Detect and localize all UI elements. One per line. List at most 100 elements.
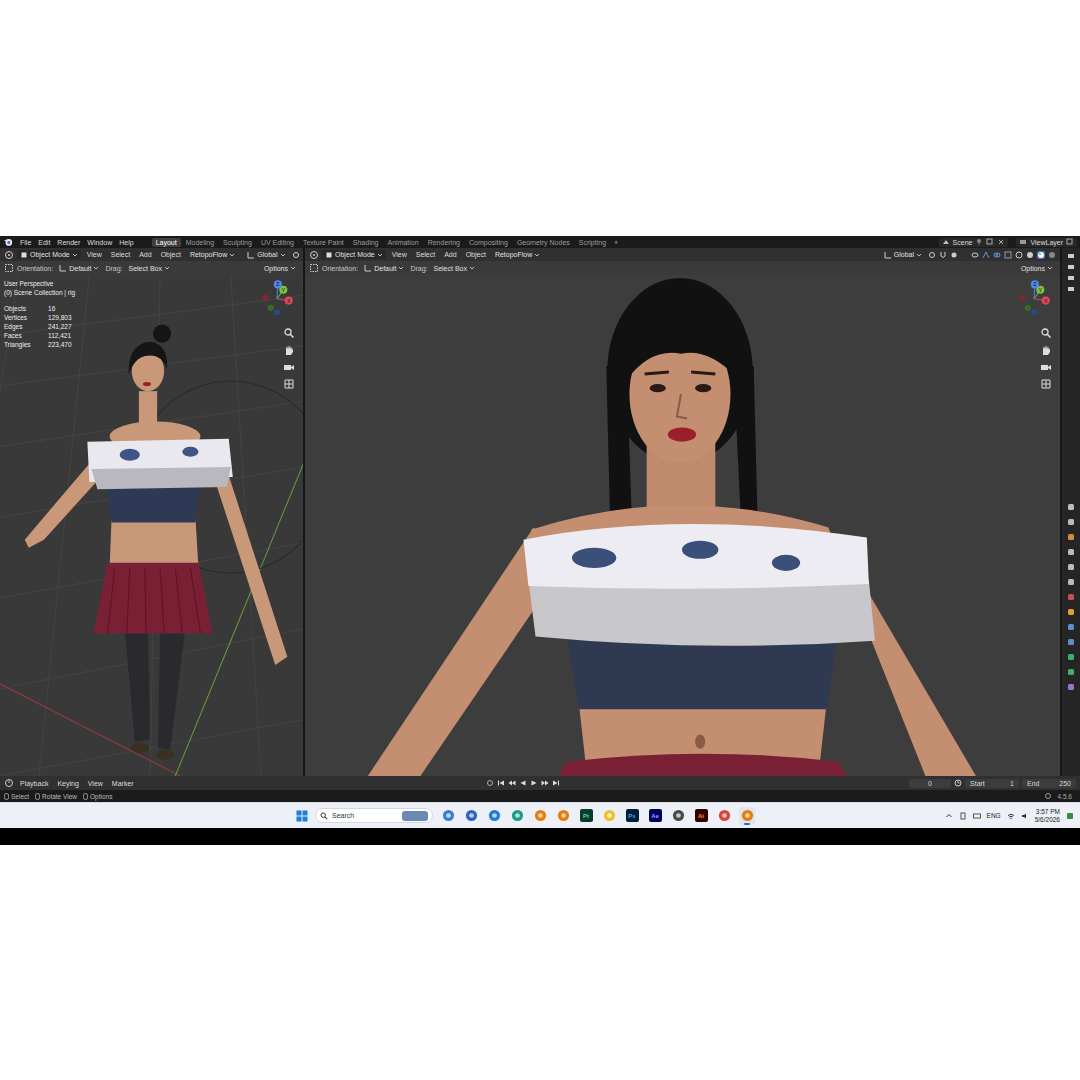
menu-item[interactable]: Render [54,238,83,247]
camera-icon[interactable] [283,361,295,373]
taskbar-app[interactable] [440,807,456,825]
camera-view-icon[interactable] [1067,252,1075,260]
taskbar-app[interactable]: Ae [647,807,663,825]
workspace-tab[interactable]: Rendering [424,238,464,247]
current-frame-field[interactable]: 0 [909,779,951,788]
options-dropdown[interactable]: Options [1018,264,1056,273]
menu-item[interactable]: Edit [35,238,53,247]
chevron-up-icon[interactable] [945,812,953,820]
workspace-tab[interactable]: Sculpting [219,238,256,247]
add-workspace-button[interactable]: + [611,238,621,247]
blender-logo-icon[interactable] [3,237,13,247]
taskbar-app[interactable] [716,807,732,825]
zoom-magnifier-icon[interactable] [283,327,295,339]
viewport-canvas[interactable]: User Perspective (0) Scene Collection | … [0,275,303,776]
timeline-menu[interactable]: Playback [17,779,51,788]
grid-projection-icon[interactable] [283,378,295,390]
taskbar-app[interactable] [532,807,548,825]
input-language[interactable]: ENG [987,812,1001,819]
pan-hand-icon[interactable] [1040,344,1052,356]
property-tab-icon[interactable] [1067,503,1075,511]
visibility-icon[interactable] [971,251,979,259]
timeline-menu[interactable]: Keying [54,779,81,788]
workspace-tab[interactable]: Layout [152,238,181,247]
viewport-menu[interactable]: Object [158,250,184,259]
taskbar-clock[interactable]: 3:57 PM 5/6/2026 [1035,808,1060,824]
timeline-editor-icon[interactable] [4,778,14,788]
pan-hand-icon[interactable] [283,344,295,356]
property-tab-icon[interactable] [1067,533,1075,541]
taskbar-app[interactable] [463,807,479,825]
workspace-tab[interactable]: Scripting [575,238,610,247]
3d-viewport[interactable]: Object Mode ViewSelectAddObject RetopoFl… [305,248,1060,776]
editor-type-icon[interactable] [309,250,319,260]
taskbar-app[interactable] [739,807,755,825]
taskbar-search[interactable]: Search [315,808,433,823]
property-tab-icon[interactable] [1067,683,1075,691]
pin-icon[interactable] [975,238,983,246]
workspace-tab[interactable]: Compositing [465,238,512,247]
scene-field[interactable]: Scene [939,238,1009,247]
gizmo-toggle-icon[interactable] [982,251,990,259]
viewport-menu[interactable]: View [389,250,410,259]
camera-view-icon[interactable] [1067,285,1075,293]
jump-start-icon[interactable] [497,779,505,787]
wireframe-shading-icon[interactable] [1015,251,1023,259]
grid-projection-icon[interactable] [1040,378,1052,390]
select-tool-icon[interactable] [309,263,319,273]
zoom-magnifier-icon[interactable] [1040,327,1052,339]
clock-icon[interactable] [954,779,962,787]
play-reverse-icon[interactable] [519,779,527,787]
viewport-menu[interactable]: View [84,250,105,259]
camera-icon[interactable] [1040,361,1052,373]
pivot-icon[interactable] [928,251,936,259]
jump-end-icon[interactable] [552,779,560,787]
close-icon[interactable] [997,238,1005,246]
3d-viewport[interactable]: Object Mode ViewSelectAddObject RetopoFl… [0,248,303,776]
timeline-menu[interactable]: View [85,779,106,788]
property-tab-icon[interactable] [1067,563,1075,571]
taskbar-app[interactable] [555,807,571,825]
overlay-toggle-icon[interactable] [993,251,1001,259]
solid-shading-icon[interactable] [1026,251,1034,259]
transform-orientation-dropdown[interactable]: Global [244,250,288,259]
mode-dropdown[interactable]: Object Mode [322,250,386,259]
xray-icon[interactable] [1004,251,1012,259]
navigation-gizmo[interactable]: XYZ [1016,279,1052,315]
jump-keyframe-forward-icon[interactable] [541,779,549,787]
taskbar-app[interactable]: Ai [693,807,709,825]
play-icon[interactable] [530,779,538,787]
material-shading-icon[interactable] [1037,251,1045,259]
property-tab-icon[interactable] [1067,653,1075,661]
property-tab-icon[interactable] [1067,623,1075,631]
menu-item[interactable]: Help [116,238,136,247]
jump-keyframe-back-icon[interactable] [508,779,516,787]
usb-icon[interactable] [959,812,967,820]
addon-dropdown[interactable]: RetopoFlow [492,250,543,259]
volume-icon[interactable] [1021,812,1029,820]
menu-item[interactable]: Window [84,238,115,247]
wifi-icon[interactable] [1007,812,1015,820]
keyboard-icon[interactable] [973,812,981,820]
property-tab-icon[interactable] [1067,638,1075,646]
viewport-menu[interactable]: Select [108,250,133,259]
property-tab-icon[interactable] [1067,608,1075,616]
orientation-dropdown[interactable]: Default [361,264,407,273]
editor-type-icon[interactable] [4,250,14,260]
transform-orientation-dropdown[interactable]: Global [881,250,925,259]
drag-dropdown[interactable]: Select Box [126,264,173,273]
copy-icon[interactable] [1066,238,1074,246]
property-tab-icon[interactable] [1067,593,1075,601]
taskbar-app[interactable]: Ps [624,807,640,825]
menu-item[interactable]: File [17,238,34,247]
copy-icon[interactable] [986,238,994,246]
camera-view-icon[interactable] [1067,263,1075,271]
snap-icon[interactable] [939,251,947,259]
viewport-canvas[interactable]: XYZ [305,275,1060,776]
end-frame-field[interactable]: End 250 [1022,779,1076,788]
windows-start-icon[interactable] [296,810,308,822]
select-tool-icon[interactable] [4,263,14,273]
mode-dropdown[interactable]: Object Mode [17,250,81,259]
orientation-dropdown[interactable]: Default [56,264,102,273]
taskbar-app[interactable]: Pt [578,807,594,825]
